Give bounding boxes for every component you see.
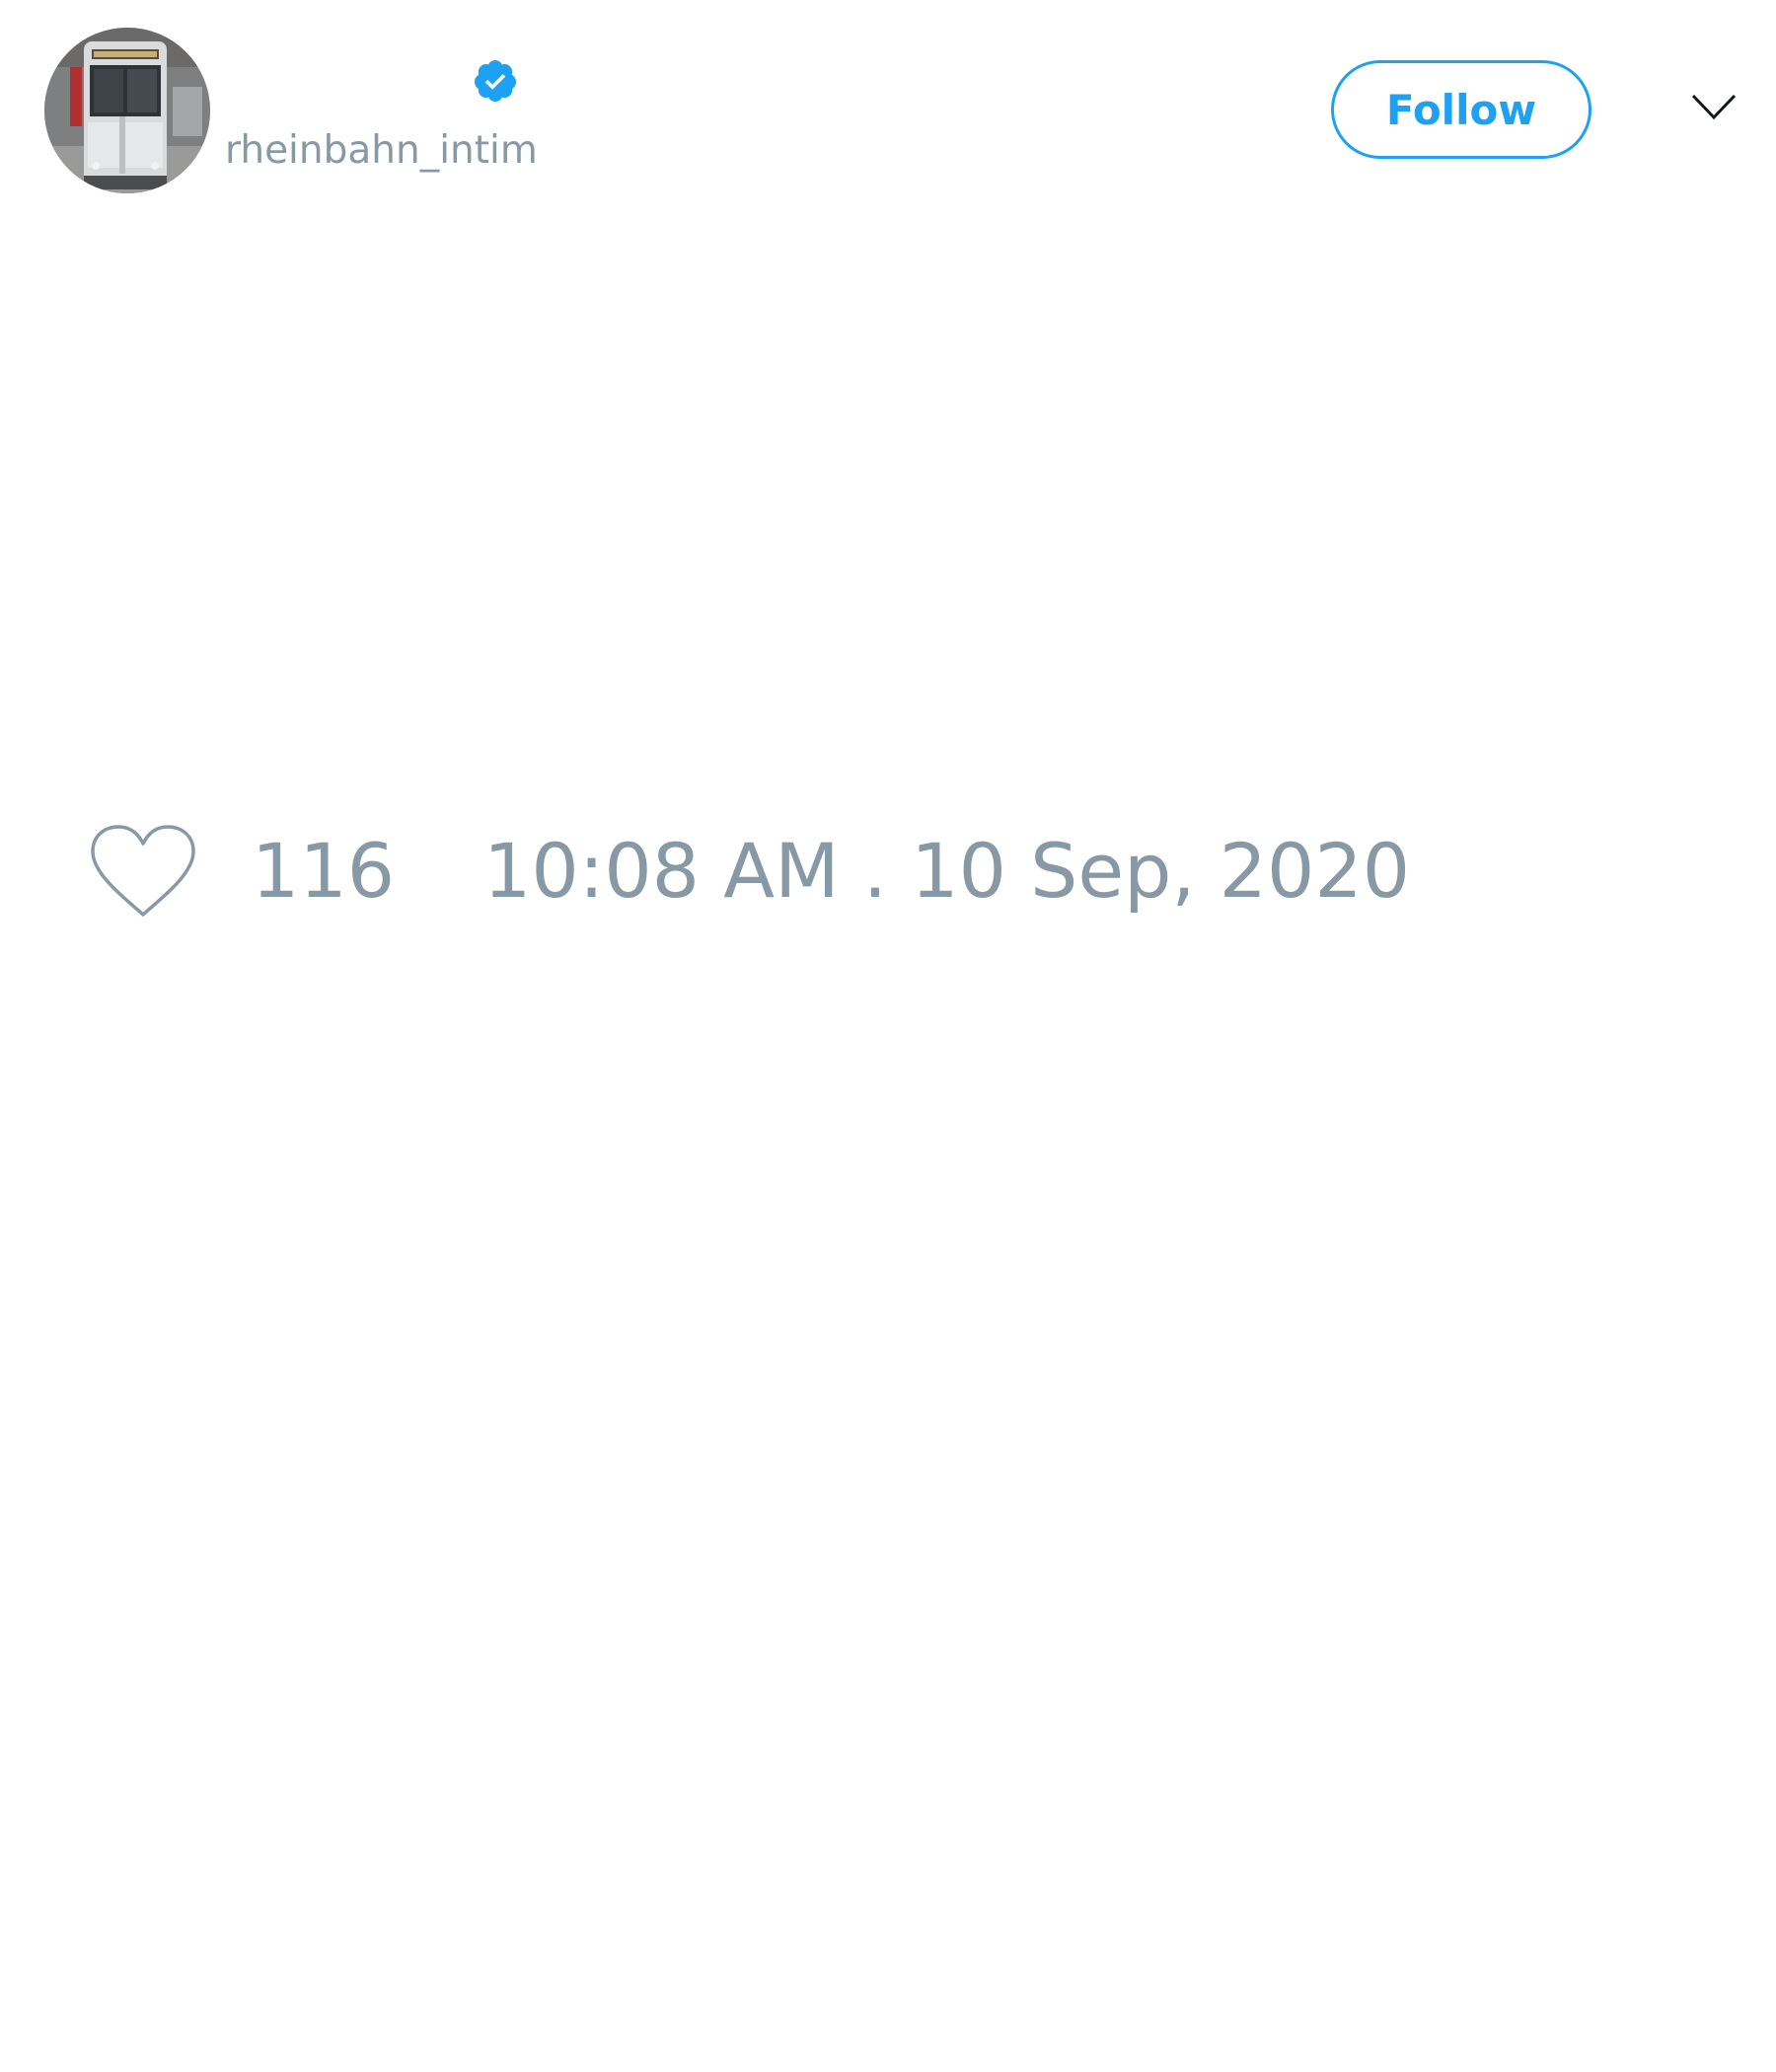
like-count: 116 (252, 827, 396, 915)
tweet-card: rheinbahn_intim Follow 116 10:08 AM . 10… (0, 0, 1776, 2072)
display-name[interactable] (227, 59, 464, 103)
tweet-timestamp[interactable]: 10:08 AM . 10 Sep, 2020 (483, 827, 1410, 916)
verified-badge-icon (474, 60, 516, 102)
follow-button[interactable]: Follow (1331, 60, 1591, 159)
chevron-down-icon[interactable] (1690, 92, 1738, 123)
tram-photo-icon (44, 28, 210, 193)
avatar[interactable] (44, 28, 210, 193)
user-handle[interactable]: rheinbahn_intim (225, 126, 538, 176)
heart-outline-icon[interactable] (89, 824, 197, 919)
